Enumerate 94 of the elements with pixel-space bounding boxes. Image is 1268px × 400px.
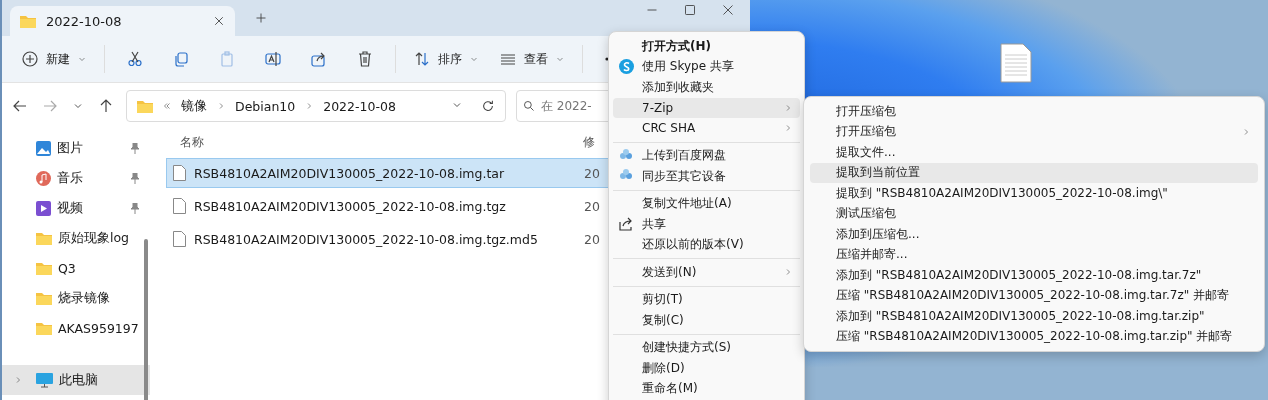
menu-item[interactable]: 重命名(M) xyxy=(613,378,800,399)
list-icon xyxy=(500,51,516,67)
menu-item[interactable]: 测试压缩包 xyxy=(810,203,1258,224)
menu-item[interactable]: 复制(C) xyxy=(613,310,800,331)
music-icon xyxy=(36,170,51,186)
folder-tab[interactable]: 2022-10-08 xyxy=(10,6,235,36)
file-name: RSB4810A2AIM20DIV130005_2022-10-08.img.tar xyxy=(194,165,506,181)
copy-icon xyxy=(173,51,189,67)
maximize-icon xyxy=(684,4,696,16)
file-name: RSB4810A2AIM20DIV130005_2022-10-08.img.tgz xyxy=(194,198,507,214)
menu-item[interactable]: 添加到压缩包... xyxy=(810,224,1258,245)
file-name: RSB4810A2AIM20DIV130005_2022-10-08.img.tgz.md5 xyxy=(194,231,539,247)
cloud-icon xyxy=(619,147,633,160)
sidebar-item[interactable]: 图片 xyxy=(2,133,150,163)
folder-icon xyxy=(36,261,52,275)
menu-item[interactable]: 发送到(N) xyxy=(613,262,800,283)
picture-icon xyxy=(36,140,51,156)
back-arrow-icon xyxy=(12,98,28,114)
folder-icon xyxy=(36,321,52,335)
forward-arrow-icon xyxy=(42,98,58,114)
video-icon xyxy=(36,200,51,216)
menu-item[interactable]: 7-Zip xyxy=(613,97,800,118)
chevron-right-icon xyxy=(217,102,225,110)
refresh-icon xyxy=(481,99,495,113)
scissors-icon xyxy=(127,51,143,67)
close-icon xyxy=(213,15,225,27)
menu-item[interactable]: 还原以前的版本(V) xyxy=(613,234,800,255)
trash-icon xyxy=(357,51,373,67)
skype-icon xyxy=(619,58,634,74)
address-bar[interactable]: 镜像 Debian10 2022-10-08 xyxy=(126,90,506,122)
sidebar-item[interactable]: 视频 xyxy=(2,193,150,223)
menu-item[interactable]: 使用 Skype 共享 xyxy=(613,56,800,77)
menu-item[interactable]: 共享 xyxy=(613,214,800,235)
menu-item[interactable]: 压缩 "RSB4810A2AIM20DIV130005_2022-10-08.img.tar.7z" 并邮寄 xyxy=(810,285,1258,306)
menu-item[interactable]: 创建快捷方式(S) xyxy=(613,337,800,358)
table-cell-text: 20 xyxy=(584,165,601,181)
menu-item[interactable]: CRC SHA xyxy=(613,118,800,139)
menu-item[interactable]: 提取文件... xyxy=(810,142,1258,163)
chevron-down-icon xyxy=(470,55,478,63)
menu-item[interactable]: 打开方式(H) xyxy=(613,36,800,57)
menu-item[interactable]: 压缩并邮寄... xyxy=(810,244,1258,265)
menu-item[interactable]: 提取到 "RSB4810A2AIM20DIV130005_2022-10-08.img\" xyxy=(810,183,1258,204)
menu-item[interactable]: 压缩 "RSB4810A2AIM20DIV130005_2022-10-08.img.tar.zip" 并邮寄 xyxy=(810,326,1258,347)
search-icon xyxy=(523,100,535,112)
folder-icon xyxy=(137,99,153,113)
expand-icon xyxy=(14,375,22,384)
up-arrow-icon xyxy=(98,98,114,114)
share-icon xyxy=(619,216,634,231)
table-cell-text: 20 xyxy=(584,198,601,214)
sidebar-item[interactable]: Q3 xyxy=(2,253,150,283)
menu-item[interactable]: 打开压缩包 xyxy=(810,121,1258,142)
folder-icon xyxy=(36,291,52,305)
file-icon xyxy=(173,165,186,181)
sort-button[interactable]: 排序 xyxy=(406,44,486,74)
folder-icon xyxy=(20,14,36,28)
chevron-down-icon xyxy=(78,55,86,63)
breadcrumb[interactable]: 镜像 xyxy=(181,97,207,115)
menu-item[interactable]: 打开压缩包 xyxy=(810,101,1258,122)
new-button[interactable]: 新建 xyxy=(14,44,94,74)
sidebar-item[interactable]: 此电脑 xyxy=(2,365,150,395)
menu-item[interactable]: 剪切(T) xyxy=(613,289,800,310)
scrollbar[interactable] xyxy=(144,239,148,400)
monitor-icon xyxy=(36,372,53,388)
table-cell-text: 20 xyxy=(584,231,601,247)
menu-item[interactable]: 添加到 "RSB4810A2AIM20DIV130005_2022-10-08.img.tar.7z" xyxy=(810,265,1258,286)
file-icon xyxy=(173,231,186,247)
view-button[interactable]: 查看 xyxy=(492,44,572,74)
sidebar-item[interactable]: 原始现象log xyxy=(2,223,150,253)
file-icon xyxy=(173,198,186,214)
text-file-icon xyxy=(1000,43,1032,83)
plus-icon xyxy=(255,11,267,24)
folder-icon xyxy=(36,231,52,245)
menu-item[interactable]: 复制文件地址(A) xyxy=(613,193,800,214)
sidebar-item[interactable]: 音乐 xyxy=(2,163,150,193)
breadcrumb[interactable]: Debian10 xyxy=(235,98,296,114)
share-icon xyxy=(311,51,327,67)
close-icon xyxy=(722,4,734,16)
plus-icon xyxy=(22,51,38,67)
clipboard-icon xyxy=(219,51,235,67)
menu-item[interactable]: 删除(D) xyxy=(613,358,800,379)
tab-title: 2022-10-08 xyxy=(46,13,123,29)
menu-item[interactable]: 添加到收藏夹 xyxy=(613,77,800,98)
rename-icon xyxy=(265,51,281,67)
chevron-down-icon xyxy=(556,55,564,63)
double-chevron-icon xyxy=(163,102,171,110)
menu-item[interactable]: 添加到 "RSB4810A2AIM20DIV130005_2022-10-08.img.tar.zip" xyxy=(810,306,1258,327)
column-header[interactable]: 名称 xyxy=(180,133,583,151)
cloud-icon xyxy=(619,168,633,180)
sidebar-item[interactable]: AKAS959197 xyxy=(2,313,150,343)
sidebar-item[interactable]: 烧录镜像 xyxy=(2,283,150,313)
breadcrumb[interactable]: 2022-10-08 xyxy=(323,98,396,114)
chevron-right-icon xyxy=(305,102,314,110)
sort-icon xyxy=(414,51,430,67)
menu-item[interactable]: 提取到当前位置 xyxy=(810,162,1258,183)
